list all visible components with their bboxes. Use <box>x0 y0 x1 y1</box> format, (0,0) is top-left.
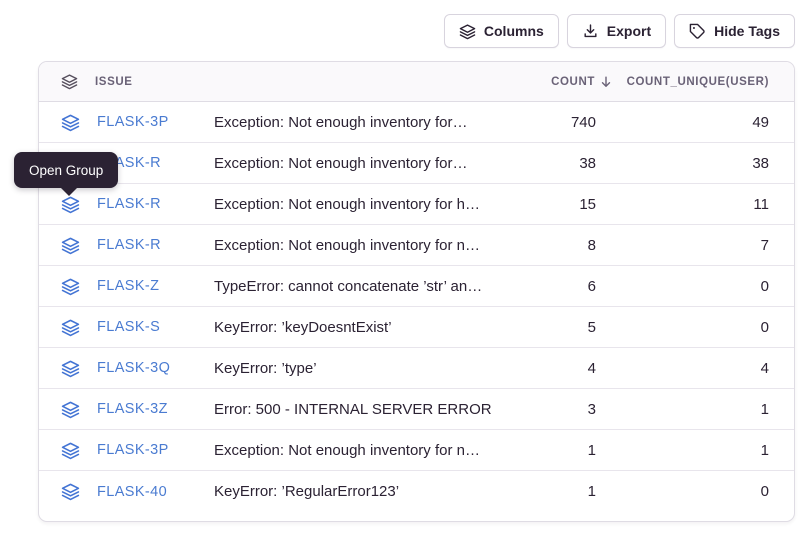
issue-id-link[interactable]: FLASK-40 <box>97 484 167 500</box>
issue-column-header[interactable]: ISSUE <box>61 73 214 90</box>
issue-count-unique: 1 <box>596 442 769 459</box>
content: Columns Export <box>38 14 795 522</box>
issue-count: 4 <box>496 360 596 377</box>
download-icon <box>582 23 599 40</box>
issue-id-link[interactable]: FLASK-3Z <box>97 401 168 417</box>
issue-id-link[interactable]: FLASK-R <box>97 237 161 253</box>
issue-title: TypeError: cannot concatenate ’str’ an… <box>214 278 496 295</box>
issue-count-unique: 0 <box>596 319 769 336</box>
count-unique-column-header[interactable]: COUNT_UNIQUE(USER) <box>596 76 769 88</box>
issue-id-link[interactable]: FLASK-S <box>97 319 160 335</box>
open-group-layers-icon[interactable] <box>61 113 80 132</box>
columns-button-label: Columns <box>484 23 544 39</box>
layers-icon <box>459 23 476 40</box>
page: Columns Export <box>0 0 807 538</box>
issue-count: 8 <box>496 237 596 254</box>
issue-id-link[interactable]: FLASK-3P <box>97 114 169 130</box>
issue-id-link[interactable]: FLASK-R <box>97 196 161 212</box>
issue-count-unique: 0 <box>596 483 769 500</box>
issue-count-unique: 7 <box>596 237 769 254</box>
issue-cell: FLASK-S <box>61 318 214 337</box>
issue-cell: FLASK-3Q <box>61 359 214 378</box>
open-group-layers-icon[interactable] <box>61 277 80 296</box>
tag-icon <box>689 23 706 40</box>
issue-cell: FLASK-40 <box>61 482 214 501</box>
issue-count: 1 <box>496 442 596 459</box>
issue-title: Exception: Not enough inventory for h… <box>214 196 496 213</box>
count-column-label: COUNT <box>551 76 595 88</box>
issue-count: 15 <box>496 196 596 213</box>
open-group-layers-icon[interactable] <box>61 482 80 501</box>
issue-column-label: ISSUE <box>95 76 133 88</box>
export-button-label: Export <box>607 23 651 39</box>
issue-count-unique: 49 <box>596 114 769 131</box>
open-group-layers-icon[interactable] <box>61 195 80 214</box>
layers-icon <box>61 73 78 90</box>
table-row: FLASK-R Exception: Not enough inventory … <box>39 184 794 225</box>
issue-cell: FLASK-R <box>61 195 214 214</box>
table-row: FLASK-3Z Error: 500 - INTERNAL SERVER ER… <box>39 389 794 430</box>
issue-cell: FLASK-3P <box>61 441 214 460</box>
hide-tags-button-label: Hide Tags <box>714 23 780 39</box>
open-group-tooltip: Open Group <box>14 152 118 188</box>
open-group-tooltip-label: Open Group <box>29 163 103 178</box>
issue-cell: FLASK-3Z <box>61 400 214 419</box>
issue-count: 3 <box>496 401 596 418</box>
issue-title: KeyError: ’RegularError123’ <box>214 483 496 500</box>
issue-count: 38 <box>496 155 596 172</box>
issue-title: KeyError: ’keyDoesntExist’ <box>214 319 496 336</box>
issue-title: Exception: Not enough inventory for… <box>214 114 496 131</box>
table-row: FLASK-R Exception: Not enough inventory … <box>39 225 794 266</box>
issue-count: 740 <box>496 114 596 131</box>
export-button[interactable]: Export <box>567 14 666 48</box>
table-row: FLASK-40 KeyError: ’RegularError123’ 1 0 <box>39 471 794 512</box>
count-column-header[interactable]: COUNT <box>496 75 596 89</box>
issue-title: Exception: Not enough inventory for n… <box>214 237 496 254</box>
issue-count-unique: 1 <box>596 401 769 418</box>
issue-cell: FLASK-R <box>61 236 214 255</box>
table-row: FLASK-R Exception: Not enough inventory … <box>39 143 794 184</box>
table-body: FLASK-3P Exception: Not enough inventory… <box>39 102 794 512</box>
issue-title: Exception: Not enough inventory for n… <box>214 442 496 459</box>
table-header: ISSUE COUNT COUNT_UNIQUE(USER) <box>39 62 794 102</box>
issue-id-link[interactable]: FLASK-Z <box>97 278 159 294</box>
open-group-layers-icon[interactable] <box>61 318 80 337</box>
issue-count: 6 <box>496 278 596 295</box>
hide-tags-button[interactable]: Hide Tags <box>674 14 795 48</box>
issue-id-link[interactable]: FLASK-3Q <box>97 360 170 376</box>
open-group-layers-icon[interactable] <box>61 236 80 255</box>
count-unique-column-label: COUNT_UNIQUE(USER) <box>627 76 769 88</box>
issue-count-unique: 11 <box>596 196 769 213</box>
table-row: FLASK-3P Exception: Not enough inventory… <box>39 430 794 471</box>
open-group-layers-icon[interactable] <box>61 400 80 419</box>
open-group-layers-icon[interactable] <box>61 359 80 378</box>
columns-button[interactable]: Columns <box>444 14 559 48</box>
issue-cell: FLASK-3P <box>61 113 214 132</box>
toolbar: Columns Export <box>38 14 795 48</box>
table-row: FLASK-3Q KeyError: ’type’ 4 4 <box>39 348 794 389</box>
issues-table: ISSUE COUNT COUNT_UNIQUE(USER) <box>38 61 795 522</box>
issue-title: Exception: Not enough inventory for… <box>214 155 496 172</box>
open-group-layers-icon[interactable] <box>61 441 80 460</box>
issue-count: 5 <box>496 319 596 336</box>
issue-count-unique: 0 <box>596 278 769 295</box>
table-row: FLASK-3P Exception: Not enough inventory… <box>39 102 794 143</box>
issue-count: 1 <box>496 483 596 500</box>
issue-id-link[interactable]: FLASK-3P <box>97 442 169 458</box>
issue-count-unique: 38 <box>596 155 769 172</box>
issue-title: Error: 500 - INTERNAL SERVER ERROR <box>214 401 496 418</box>
issue-cell: FLASK-Z <box>61 277 214 296</box>
issue-count-unique: 4 <box>596 360 769 377</box>
table-row: FLASK-S KeyError: ’keyDoesntExist’ 5 0 <box>39 307 794 348</box>
issue-title: KeyError: ’type’ <box>214 360 496 377</box>
table-row: FLASK-Z TypeError: cannot concatenate ’s… <box>39 266 794 307</box>
